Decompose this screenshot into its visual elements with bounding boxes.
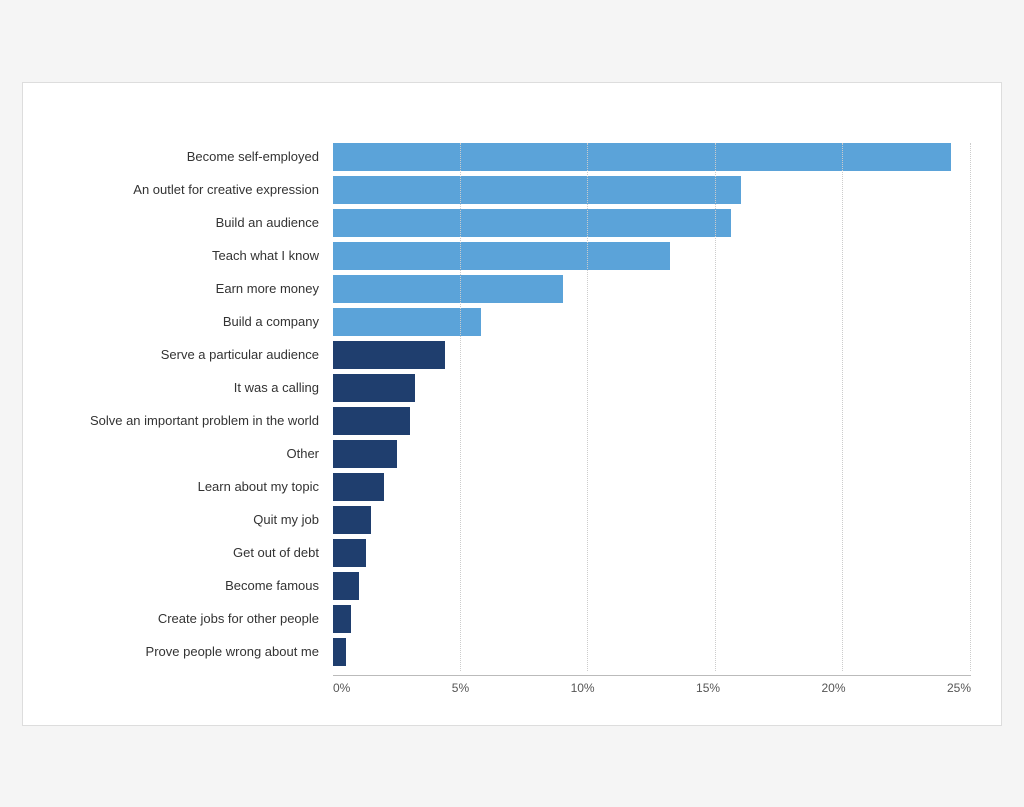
bar-fill bbox=[333, 473, 384, 501]
bar-row: Build a company bbox=[43, 308, 971, 336]
bar-fill bbox=[333, 506, 371, 534]
bar-row: Serve a particular audience bbox=[43, 341, 971, 369]
x-axis-labels: 0% 5% 10% 15% 20% 25% bbox=[333, 675, 971, 695]
bar-track bbox=[333, 143, 971, 171]
bar-track bbox=[333, 341, 971, 369]
bar-label: Serve a particular audience bbox=[43, 347, 333, 362]
bar-label: Teach what I know bbox=[43, 248, 333, 263]
bar-track bbox=[333, 176, 971, 204]
bar-fill bbox=[333, 341, 445, 369]
bar-label: Quit my job bbox=[43, 512, 333, 527]
bar-row: Teach what I know bbox=[43, 242, 971, 270]
bar-fill bbox=[333, 143, 951, 171]
bar-track bbox=[333, 209, 971, 237]
bar-fill bbox=[333, 407, 410, 435]
x-axis-label: 0% bbox=[333, 681, 350, 695]
bar-track bbox=[333, 275, 971, 303]
x-axis-label: 10% bbox=[571, 681, 595, 695]
bar-label: Learn about my topic bbox=[43, 479, 333, 494]
x-axis-label: 15% bbox=[696, 681, 720, 695]
bar-fill bbox=[333, 605, 351, 633]
bar-fill bbox=[333, 176, 741, 204]
bar-track bbox=[333, 539, 971, 567]
bar-track bbox=[333, 638, 971, 666]
bar-track bbox=[333, 308, 971, 336]
bar-track bbox=[333, 242, 971, 270]
bar-fill bbox=[333, 275, 563, 303]
bar-row: Become self-employed bbox=[43, 143, 971, 171]
bar-track bbox=[333, 506, 971, 534]
bar-label: Become self-employed bbox=[43, 149, 333, 164]
bar-row: Other bbox=[43, 440, 971, 468]
bar-track bbox=[333, 407, 971, 435]
bar-fill bbox=[333, 440, 397, 468]
bar-row: Solve an important problem in the world bbox=[43, 407, 971, 435]
bar-row: Quit my job bbox=[43, 506, 971, 534]
bar-row: Create jobs for other people bbox=[43, 605, 971, 633]
bar-track bbox=[333, 473, 971, 501]
bar-track bbox=[333, 572, 971, 600]
bar-label: Other bbox=[43, 446, 333, 461]
bar-label: Solve an important problem in the world bbox=[43, 413, 333, 428]
bar-track bbox=[333, 605, 971, 633]
chart-area: Become self-employed An outlet for creati… bbox=[43, 143, 971, 695]
bar-fill bbox=[333, 308, 481, 336]
bar-label: It was a calling bbox=[43, 380, 333, 395]
bar-row: It was a calling bbox=[43, 374, 971, 402]
x-axis-label: 25% bbox=[947, 681, 971, 695]
bar-track bbox=[333, 374, 971, 402]
bar-row: An outlet for creative expression bbox=[43, 176, 971, 204]
bar-row: Learn about my topic bbox=[43, 473, 971, 501]
bar-row: Prove people wrong about me bbox=[43, 638, 971, 666]
bar-label: Create jobs for other people bbox=[43, 611, 333, 626]
bar-row: Become famous bbox=[43, 572, 971, 600]
bar-row: Get out of debt bbox=[43, 539, 971, 567]
bar-label: Earn more money bbox=[43, 281, 333, 296]
x-axis-label: 20% bbox=[822, 681, 846, 695]
chart-container: Become self-employed An outlet for creati… bbox=[22, 82, 1002, 726]
bar-label: Build an audience bbox=[43, 215, 333, 230]
bar-fill bbox=[333, 572, 359, 600]
x-axis-area: 0% 5% 10% 15% 20% 25% bbox=[43, 675, 971, 695]
bar-label: An outlet for creative expression bbox=[43, 182, 333, 197]
bar-fill bbox=[333, 242, 670, 270]
bar-fill bbox=[333, 209, 731, 237]
bar-label: Build a company bbox=[43, 314, 333, 329]
x-axis-label: 5% bbox=[452, 681, 469, 695]
bar-label: Get out of debt bbox=[43, 545, 333, 560]
bar-track bbox=[333, 440, 971, 468]
bar-fill bbox=[333, 374, 415, 402]
bar-fill bbox=[333, 539, 366, 567]
bar-fill bbox=[333, 638, 346, 666]
bar-row: Build an audience bbox=[43, 209, 971, 237]
bar-label: Prove people wrong about me bbox=[43, 644, 333, 659]
bar-label: Become famous bbox=[43, 578, 333, 593]
bar-row: Earn more money bbox=[43, 275, 971, 303]
